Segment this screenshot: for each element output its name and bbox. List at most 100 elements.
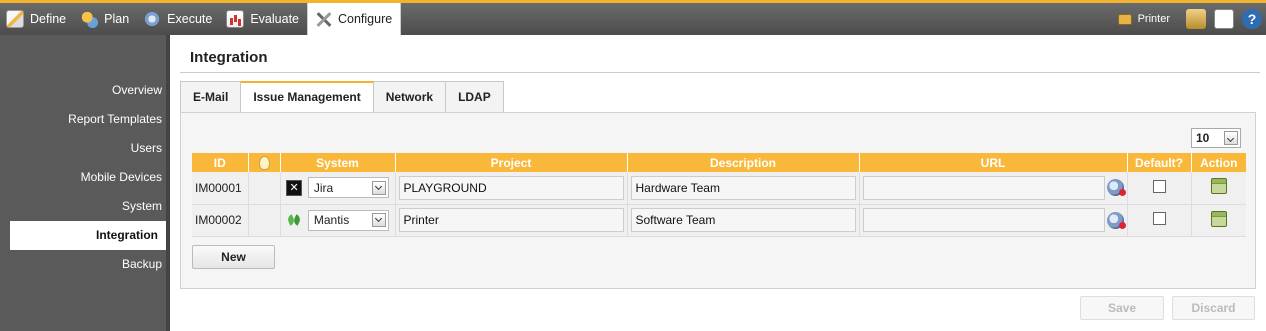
lightbulb-icon <box>258 155 270 170</box>
table-row: IM00001 Jira <box>192 172 1246 205</box>
tab-ldap[interactable]: LDAP <box>445 81 504 112</box>
nav-define[interactable]: Define <box>0 3 74 35</box>
issue-management-panel: 10 ID System Project Description URL Def… <box>180 112 1256 289</box>
system-select-value: Jira <box>313 180 334 195</box>
table-header-row: ID System Project Description URL Defaul… <box>192 153 1246 172</box>
tab-issue-management[interactable]: Issue Management <box>240 81 374 112</box>
row-hint <box>248 204 281 237</box>
sidebar-item-system[interactable]: System <box>0 192 170 221</box>
header-hint <box>248 153 281 172</box>
system-select-value: Mantis <box>313 213 350 227</box>
row-description <box>627 204 860 237</box>
tab-email[interactable]: E-Mail <box>180 81 242 112</box>
tab-bar: E-Mail Issue Management Network LDAP <box>180 81 504 112</box>
row-project <box>395 204 628 237</box>
sidebar-item-users[interactable]: Users <box>0 134 170 163</box>
tab-network[interactable]: Network <box>372 81 447 112</box>
nav-configure-label: Configure <box>338 12 393 26</box>
help-icon: ? <box>1242 9 1262 29</box>
discard-button[interactable]: Discard <box>1172 296 1255 320</box>
nav-evaluate[interactable]: Evaluate <box>220 3 307 35</box>
page-title: Integration <box>190 49 268 66</box>
row-description <box>627 172 860 205</box>
row-system: Jira <box>280 172 396 205</box>
evaluate-icon <box>226 10 245 28</box>
header-project[interactable]: Project <box>395 153 628 172</box>
archive-icon[interactable] <box>1210 210 1227 227</box>
header-default[interactable]: Default? <box>1127 153 1192 172</box>
row-action <box>1191 172 1246 205</box>
user-profile-button[interactable] <box>1183 6 1209 32</box>
sidebar-item-backup[interactable]: Backup <box>0 250 170 279</box>
top-nav-bar: Define Plan Execute Evaluate Configure P… <box>0 0 1266 35</box>
define-icon <box>6 10 24 28</box>
row-id: IM00002 <box>192 204 249 237</box>
plan-icon <box>80 10 99 28</box>
nav-execute-label: Execute <box>167 12 213 26</box>
document-button[interactable] <box>1211 6 1237 32</box>
save-button[interactable]: Save <box>1080 296 1164 320</box>
open-url-icon[interactable] <box>1106 179 1126 197</box>
user-profile-icon <box>1186 9 1206 29</box>
row-url <box>859 204 1128 237</box>
page-size-select[interactable]: 10 <box>1191 128 1241 148</box>
row-project <box>395 172 628 205</box>
sidebar-item-report-templates[interactable]: Report Templates <box>0 105 170 134</box>
sidebar-menu: Overview Report Templates Users Mobile D… <box>0 76 170 279</box>
row-system: Mantis <box>280 204 396 237</box>
header-description[interactable]: Description <box>627 153 860 172</box>
url-input[interactable] <box>862 208 1105 232</box>
main-menu: Define Plan Execute Evaluate Configure <box>0 3 1266 35</box>
header-url[interactable]: URL <box>859 153 1128 172</box>
default-checkbox[interactable] <box>1152 212 1166 225</box>
row-url <box>859 172 1128 205</box>
system-select[interactable]: Jira <box>307 177 389 199</box>
nav-execute[interactable]: Execute <box>137 3 220 35</box>
row-default <box>1127 204 1192 237</box>
chevron-down-icon <box>371 213 386 227</box>
top-nav-tools: Printer ? <box>1112 3 1266 35</box>
header-id[interactable]: ID <box>192 153 249 172</box>
title-divider <box>180 72 1260 73</box>
nav-evaluate-label: Evaluate <box>250 12 299 26</box>
help-button[interactable]: ? <box>1239 6 1265 32</box>
system-select[interactable]: Mantis <box>307 209 389 231</box>
header-system[interactable]: System <box>280 153 396 172</box>
project-input[interactable] <box>398 208 624 232</box>
chevron-down-icon <box>371 180 386 195</box>
open-url-icon[interactable] <box>1106 211 1126 229</box>
issue-systems-table: ID System Project Description URL Defaul… <box>192 153 1246 237</box>
sidebar-item-overview[interactable]: Overview <box>0 76 170 105</box>
sidebar-item-mobile-devices[interactable]: Mobile Devices <box>0 163 170 192</box>
nav-plan-label: Plan <box>104 12 130 26</box>
nav-plan[interactable]: Plan <box>74 3 137 35</box>
row-action <box>1191 204 1246 237</box>
row-hint <box>248 172 281 205</box>
default-checkbox[interactable] <box>1152 179 1166 193</box>
configure-icon <box>314 10 332 28</box>
page-size-value: 10 <box>1196 131 1210 145</box>
table-row: IM00002 Mantis <box>192 204 1246 237</box>
printer-icon <box>1117 13 1132 25</box>
project-input[interactable] <box>398 175 624 200</box>
printer-label: Printer <box>1137 13 1170 25</box>
description-input[interactable] <box>630 208 856 232</box>
nav-configure[interactable]: Configure <box>307 3 402 35</box>
document-icon <box>1214 9 1234 29</box>
header-action: Action <box>1191 153 1246 172</box>
printer-link[interactable]: Printer <box>1112 13 1182 25</box>
chevron-down-icon <box>1224 131 1238 145</box>
sidebar: Overview Report Templates Users Mobile D… <box>0 35 170 331</box>
execute-icon <box>143 10 162 28</box>
row-default <box>1127 172 1192 205</box>
nav-define-label: Define <box>30 12 67 26</box>
mantis-icon <box>286 212 302 228</box>
new-button[interactable]: New <box>192 245 275 269</box>
row-id: IM00001 <box>192 172 249 205</box>
archive-icon[interactable] <box>1210 178 1227 195</box>
main-content: Integration E-Mail Issue Management Netw… <box>170 35 1266 331</box>
sidebar-item-integration[interactable]: Integration <box>10 221 170 250</box>
jira-icon <box>285 179 302 196</box>
description-input[interactable] <box>630 175 856 200</box>
url-input[interactable] <box>862 175 1105 200</box>
